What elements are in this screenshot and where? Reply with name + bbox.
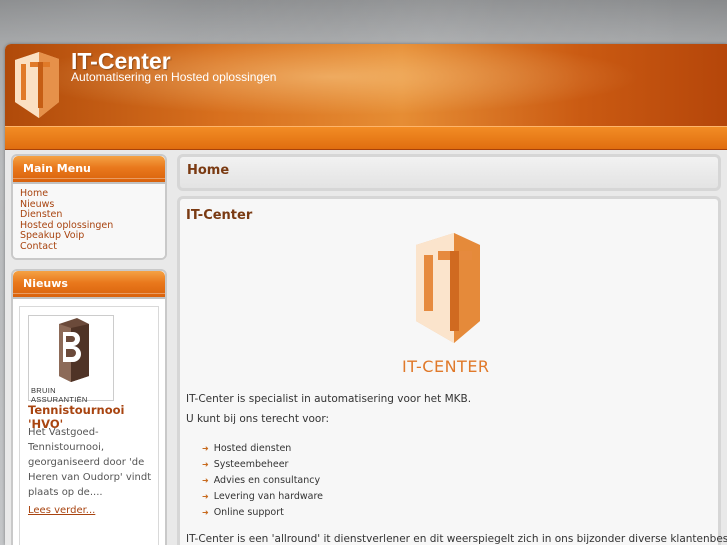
section-title: IT-Center bbox=[186, 208, 253, 223]
lead-text: U kunt bij ons terecht voor: bbox=[186, 413, 330, 425]
news-box-title: Nieuws bbox=[13, 271, 165, 299]
menu-item-nieuws[interactable]: Nieuws bbox=[20, 199, 54, 210]
list-item: ➜ Hosted diensten bbox=[202, 443, 292, 454]
main-menu-title: Main Menu bbox=[13, 156, 165, 184]
it-center-logo-icon bbox=[416, 233, 480, 343]
arrow-bullet-icon: ➜ bbox=[202, 460, 209, 469]
news-article-text: Het Vastgoed-Tennistournooi, georganisee… bbox=[28, 427, 152, 498]
bruin-assurantien-logo-icon bbox=[59, 318, 89, 382]
read-more-link[interactable]: Lees verder... bbox=[28, 505, 95, 516]
news-image[interactable]: BRUIN ASSURANTIËN bbox=[28, 315, 114, 404]
menu-item-contact[interactable]: Contact bbox=[20, 241, 57, 252]
list-item: ➜ Online support bbox=[202, 507, 284, 518]
news-image-caption: BRUIN ASSURANTIËN bbox=[31, 386, 88, 404]
news-box: Nieuws BRUIN ASSURANTIËN Tennistournooi … bbox=[11, 269, 167, 545]
arrow-bullet-icon: ➜ bbox=[202, 444, 209, 453]
arrow-bullet-icon: ➜ bbox=[202, 492, 209, 501]
list-item: ➜ Systeembeheer bbox=[202, 459, 289, 470]
main-menu-list: Home Nieuws Diensten Hosted oplossingen … bbox=[13, 184, 165, 258]
menu-item-home[interactable]: Home bbox=[20, 188, 48, 199]
it-center-logo-text: IT-CENTER bbox=[402, 357, 490, 376]
arrow-bullet-icon: ➜ bbox=[202, 508, 209, 517]
site-container: IT-Center Automatisering en Hosted oplos… bbox=[5, 44, 727, 545]
closing-text: IT-Center is een 'allround' it dienstver… bbox=[186, 533, 727, 545]
intro-text: IT-Center is specialist in automatiserin… bbox=[186, 393, 472, 405]
page-heading-panel: Home bbox=[177, 154, 721, 191]
arrow-bullet-icon: ➜ bbox=[202, 476, 209, 485]
it-center-logo: IT-CENTER bbox=[398, 229, 498, 376]
menu-item-diensten[interactable]: Diensten bbox=[20, 209, 62, 220]
list-item: ➜ Levering van hardware bbox=[202, 491, 323, 502]
list-item: ➜ Advies en consultancy bbox=[202, 475, 321, 486]
features-list: ➜ Hosted diensten ➜ Systeembeheer ➜ Advies … bbox=[202, 441, 323, 521]
main-content-panel: IT-Center IT-CENTER IT-Center is special… bbox=[177, 196, 727, 545]
header-nav-bar bbox=[5, 126, 727, 151]
site-subtitle: Automatisering en Hosted oplossingen bbox=[71, 70, 277, 84]
menu-item-speakup-voip[interactable]: Speakup Voip bbox=[20, 230, 84, 241]
content-area: Main Menu Home Nieuws Diensten Hosted op… bbox=[5, 150, 727, 545]
it-logo-icon[interactable] bbox=[13, 50, 61, 120]
page-title: Home bbox=[187, 163, 230, 178]
menu-item-hosted-oplossingen[interactable]: Hosted oplossingen bbox=[20, 220, 113, 231]
site-header: IT-Center Automatisering en Hosted oplos… bbox=[5, 44, 727, 126]
main-menu-box: Main Menu Home Nieuws Diensten Hosted op… bbox=[11, 154, 167, 260]
news-item: BRUIN ASSURANTIËN Tennistournooi 'HVO' H… bbox=[19, 306, 159, 545]
